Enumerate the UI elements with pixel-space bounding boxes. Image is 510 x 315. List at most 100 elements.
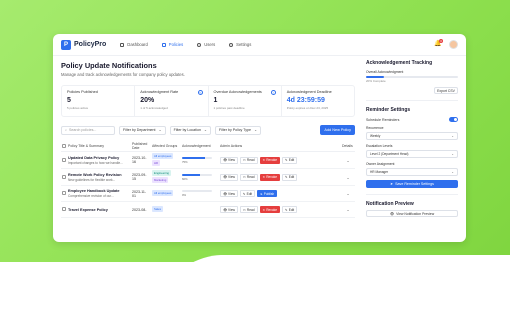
nav-users[interactable]: Users bbox=[197, 42, 215, 47]
overall-note: 20% Complete bbox=[366, 79, 386, 83]
grid-icon bbox=[120, 42, 125, 47]
ack-progress-fill bbox=[182, 173, 200, 176]
recurrence-select[interactable]: Weekly ⌄ bbox=[366, 132, 458, 140]
group-tag: HR bbox=[152, 160, 161, 166]
policy-type-filter[interactable]: Filter by Policy Type ⌄ bbox=[214, 125, 262, 135]
column-header[interactable]: Published Date bbox=[131, 141, 151, 152]
row-checkbox[interactable] bbox=[62, 207, 66, 211]
read-button[interactable]: ▭ Read bbox=[239, 173, 258, 181]
department-filter[interactable]: Filter by Department ⌄ bbox=[119, 125, 166, 135]
revoke-button[interactable]: ✕ Revoke bbox=[259, 206, 281, 213]
search-icon: ⌕ bbox=[65, 128, 68, 132]
action-label: Read bbox=[246, 158, 255, 162]
actions-cell: 👁 View ▭ Read ✕ Revoke ✎ Edit bbox=[219, 151, 341, 169]
ack-progress-fill bbox=[182, 156, 205, 159]
edit-button[interactable]: ✎ Edit bbox=[239, 190, 256, 197]
edit-button[interactable]: ✎ Edit bbox=[282, 173, 298, 181]
policy-title[interactable]: Remote Work Policy Revision bbox=[68, 173, 130, 177]
group-tag: All employees bbox=[152, 190, 174, 196]
stat-note: 1 policies past deadline bbox=[213, 106, 245, 110]
schedule-label: Schedule Reminders bbox=[366, 117, 400, 122]
row-checkbox[interactable] bbox=[62, 191, 66, 195]
stat-card-rate: Acknowledgment Rate 20% 1 of 5 acknowled… bbox=[135, 86, 209, 116]
action-label: Edit bbox=[288, 158, 295, 162]
stat-label: Policies Published bbox=[67, 90, 98, 94]
page-title: Policy Update Notifications bbox=[61, 61, 157, 70]
edit-button[interactable]: ✎ Edit bbox=[282, 206, 298, 213]
chevron-down-icon[interactable]: ⌄ bbox=[341, 201, 355, 218]
preview-button[interactable]: 👁 View Notification Preview bbox=[366, 210, 458, 217]
stat-value: 4d 23:59:59 bbox=[286, 97, 325, 104]
eye-icon: 👁 bbox=[223, 207, 228, 212]
row-checkbox[interactable] bbox=[62, 157, 66, 162]
policy-title[interactable]: Employee Handbook Update bbox=[68, 189, 130, 193]
nav-dashboard[interactable]: Dashboard bbox=[120, 42, 148, 47]
edit-button[interactable]: ✎ Edit bbox=[282, 156, 298, 164]
chevron-down-icon: ⌄ bbox=[158, 128, 162, 132]
book-icon: ▭ bbox=[242, 207, 246, 212]
chevron-down-icon: ⌄ bbox=[451, 170, 454, 174]
published-date: 2023-09-15 bbox=[131, 168, 151, 186]
export-csv-button[interactable]: Export CSV bbox=[434, 87, 458, 94]
add-policy-button[interactable]: Add New Policy bbox=[320, 125, 355, 135]
column-header[interactable]: Policy Title & Summary bbox=[67, 141, 131, 152]
x-icon: ✕ bbox=[262, 175, 266, 179]
nav-policies[interactable]: Policies bbox=[161, 42, 183, 47]
x-icon: ✕ bbox=[262, 158, 266, 162]
policy-cell: Employee Handbook Update Comprehensive re… bbox=[67, 185, 131, 202]
escalation-select[interactable]: Level 2 (Department Head) ⌄ bbox=[366, 150, 458, 158]
policy-title[interactable]: Travel Expense Policy bbox=[68, 208, 130, 212]
policy-desc: Important changes to how we handle... bbox=[68, 160, 123, 165]
nav-settings[interactable]: Settings bbox=[229, 42, 251, 47]
chevron-down-icon: ⌄ bbox=[254, 128, 258, 132]
stat-note: 5 policies active bbox=[67, 106, 89, 110]
action-label: Revoke bbox=[266, 175, 278, 179]
revoke-button[interactable]: ✕ Revoke bbox=[259, 156, 281, 164]
schedule-toggle[interactable] bbox=[449, 117, 458, 122]
column-header[interactable]: Acknowledgement bbox=[181, 141, 219, 152]
chevron-down-icon: ⌄ bbox=[451, 152, 454, 156]
location-filter[interactable]: Filter by Location ⌄ bbox=[169, 125, 211, 135]
column-header[interactable]: Affected Groups bbox=[151, 141, 181, 152]
owner-select[interactable]: HR Manager ⌄ bbox=[366, 168, 458, 176]
table-header: Policy Title & Summary Published Date Af… bbox=[61, 141, 355, 152]
main-content: Policy Update Notifications Manage and t… bbox=[61, 60, 355, 218]
search-input[interactable]: ⌕ Search policies... bbox=[61, 125, 115, 135]
policy-title[interactable]: Updated Data Privacy Policy bbox=[68, 156, 130, 160]
pencil-icon: ✎ bbox=[285, 207, 288, 212]
clock-icon: ◷ bbox=[197, 90, 203, 95]
publish-button[interactable]: ➤ Publish bbox=[257, 190, 278, 197]
row-checkbox[interactable] bbox=[62, 174, 66, 179]
policy-cell: Remote Work Policy Revision New guideline… bbox=[67, 168, 131, 186]
view-button[interactable]: 👁 View bbox=[220, 156, 238, 164]
actions-cell: 👁 View ▭ Read ✕ Revoke ✎ Edit bbox=[219, 201, 341, 218]
action-label: View bbox=[228, 175, 235, 179]
select-label: Filter by Location bbox=[173, 128, 201, 132]
nav-label: Settings bbox=[236, 42, 252, 47]
recurrence-label: Recurrence bbox=[366, 126, 384, 130]
chevron-down-icon: ⌄ bbox=[203, 128, 207, 132]
users-icon bbox=[197, 42, 202, 47]
view-button[interactable]: 👁 View bbox=[220, 190, 238, 197]
overall-progress-fill bbox=[366, 76, 385, 78]
view-button[interactable]: 👁 View bbox=[220, 173, 238, 181]
select-label: Filter by Department bbox=[123, 128, 156, 132]
ack-percent: 75% bbox=[182, 159, 188, 164]
read-button[interactable]: ▭ Read bbox=[239, 206, 258, 213]
bell-icon[interactable]: 🔔 3 bbox=[434, 39, 443, 48]
save-reminder-button[interactable]: ➤ Save Reminder Settings bbox=[366, 180, 458, 188]
chevron-down-icon[interactable]: ⌄ bbox=[341, 151, 355, 169]
logo[interactable]: P PolicyPro bbox=[61, 39, 107, 50]
brand-name: PolicyPro bbox=[74, 41, 107, 48]
avatar[interactable] bbox=[449, 40, 458, 49]
read-button[interactable]: ▭ Read bbox=[239, 156, 258, 164]
action-label: Revoke bbox=[266, 158, 278, 162]
revoke-button[interactable]: ✕ Revoke bbox=[259, 173, 281, 181]
policy-desc: New guidelines for flexible work... bbox=[68, 177, 116, 182]
action-group: 👁 View ✎ Edit ➤ Publish bbox=[220, 190, 340, 197]
chevron-down-icon[interactable]: ⌄ bbox=[341, 168, 355, 186]
view-button[interactable]: 👁 View bbox=[220, 206, 238, 213]
table-row: Travel Expense Policy 2023-08- Sales 👁 Vi… bbox=[61, 201, 355, 218]
chevron-down-icon[interactable]: ⌄ bbox=[341, 185, 355, 202]
select-all-checkbox[interactable] bbox=[62, 143, 66, 148]
